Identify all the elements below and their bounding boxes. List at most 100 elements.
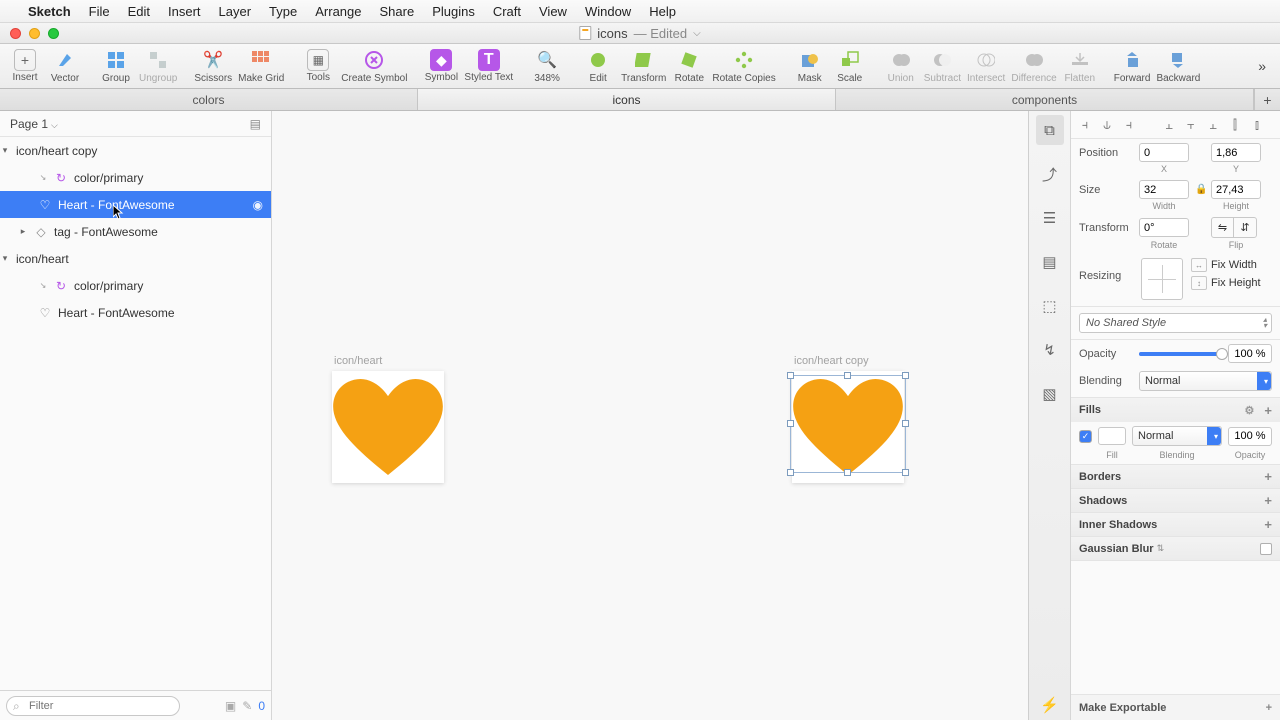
menu-share[interactable]: Share	[379, 4, 414, 19]
lock-aspect-icon[interactable]: 🔒	[1195, 184, 1205, 195]
layer-symbol[interactable]: ↘↻color/primary	[0, 272, 271, 299]
layer-shape[interactable]: ♡Heart - FontAwesome	[0, 299, 271, 326]
zoom-window-button[interactable]	[48, 28, 59, 39]
layer-symbol[interactable]: ↘↻color/primary	[0, 164, 271, 191]
tool-symbol[interactable]: ◆Symbol	[424, 49, 458, 83]
disclosure-triangle-icon[interactable]: ▾	[0, 253, 10, 264]
tool-scissors[interactable]: ✂️Scissors	[194, 48, 232, 84]
opacity-input[interactable]	[1228, 344, 1272, 363]
fill-enabled-checkbox[interactable]: ✓	[1079, 430, 1092, 443]
resize-handle[interactable]	[902, 420, 909, 427]
strip-image-icon[interactable]: ▧	[1036, 379, 1064, 409]
tool-intersect[interactable]: Intersect	[967, 48, 1005, 84]
tool-tools[interactable]: ▦Tools	[301, 49, 335, 83]
tool-transform[interactable]: Transform	[621, 48, 666, 84]
menu-layer[interactable]: Layer	[219, 4, 252, 19]
blending-select[interactable]: Normal▾	[1139, 371, 1272, 391]
tool-rotate-copies[interactable]: Rotate Copies	[712, 48, 775, 84]
fill-color-swatch[interactable]	[1098, 427, 1126, 445]
menu-type[interactable]: Type	[269, 4, 297, 19]
shadows-add-button[interactable]: +	[1264, 493, 1272, 508]
align-right-icon[interactable]: ⫞	[1121, 117, 1137, 133]
disclosure-triangle-icon[interactable]: ▸	[18, 226, 28, 237]
layer-artboard[interactable]: ▾icon/heart	[0, 245, 271, 272]
strip-bolt-icon[interactable]: ⚡	[1036, 690, 1064, 720]
minimize-window-button[interactable]	[29, 28, 40, 39]
position-x-input[interactable]	[1139, 143, 1189, 162]
inner-shadows-add-button[interactable]: +	[1264, 517, 1272, 532]
export-add-button[interactable]: +	[1266, 702, 1272, 714]
tool-difference[interactable]: Difference	[1011, 48, 1056, 84]
align-center-v-icon[interactable]: ⫟	[1183, 117, 1199, 133]
align-center-h-icon[interactable]: ⫝	[1099, 117, 1115, 133]
page-list-icon[interactable]: ▤	[250, 117, 261, 131]
tab-icons[interactable]: icons	[418, 89, 836, 110]
tab-components[interactable]: components	[836, 89, 1254, 110]
strip-duplicate-icon[interactable]: ⧉	[1036, 115, 1064, 145]
menu-arrange[interactable]: Arrange	[315, 4, 361, 19]
strip-select-icon[interactable]: ⬚	[1036, 291, 1064, 321]
disclosure-triangle-icon[interactable]: ▾	[0, 145, 10, 156]
strip-export-icon[interactable]: ⤴	[1036, 159, 1064, 189]
resize-handle[interactable]	[844, 469, 851, 476]
tool-subtract[interactable]: Subtract	[924, 48, 961, 84]
resize-handle[interactable]	[902, 372, 909, 379]
fills-gear-icon[interactable]: ⚙	[1245, 404, 1255, 417]
fix-height-icon[interactable]: ↕	[1191, 276, 1207, 290]
filter-toggle-icon[interactable]: ▣	[225, 699, 236, 713]
menu-craft[interactable]: Craft	[493, 4, 521, 19]
canvas[interactable]: icon/heart icon/heart copy	[272, 111, 1028, 720]
tool-forward[interactable]: Forward	[1114, 48, 1151, 84]
tool-zoom[interactable]: 🔍348%	[530, 48, 564, 84]
tool-create-symbol[interactable]: Create Symbol	[341, 48, 407, 84]
resize-handle[interactable]	[787, 372, 794, 379]
blur-enabled-checkbox[interactable]	[1260, 543, 1272, 555]
width-input[interactable]	[1139, 180, 1189, 199]
tool-ungroup[interactable]: Ungroup	[139, 48, 177, 84]
menu-edit[interactable]: Edit	[128, 4, 150, 19]
tool-insert[interactable]: +Insert	[8, 49, 42, 83]
window-title[interactable]: icons — Edited ⌵	[579, 26, 700, 41]
page-selector[interactable]: Page 1⌵ ▤	[0, 111, 271, 137]
strip-align-icon[interactable]: ▤	[1036, 247, 1064, 277]
tool-styled-text[interactable]: TStyled Text	[464, 49, 513, 83]
tool-makegrid[interactable]: Make Grid	[238, 48, 284, 84]
artboard[interactable]	[332, 371, 444, 483]
layer-shape-selected[interactable]: ♡Heart - FontAwesome◉	[0, 191, 271, 218]
flip-vertical-button[interactable]: ⇵	[1234, 218, 1256, 237]
tool-flatten[interactable]: Flatten	[1063, 48, 1097, 84]
align-top-icon[interactable]: ⫠	[1161, 117, 1177, 133]
tool-scale[interactable]: Scale	[833, 48, 867, 84]
artboard-label[interactable]: icon/heart	[334, 355, 382, 367]
strip-path-icon[interactable]: ↯	[1036, 335, 1064, 365]
add-tab-button[interactable]: +	[1254, 89, 1280, 110]
fills-add-button[interactable]: +	[1264, 403, 1272, 418]
shared-style-dropdown[interactable]: No Shared Style▴▾	[1079, 313, 1272, 333]
align-left-icon[interactable]: ⫞	[1077, 117, 1093, 133]
resize-handle[interactable]	[902, 469, 909, 476]
menu-view[interactable]: View	[539, 4, 567, 19]
fill-opacity-input[interactable]	[1228, 427, 1272, 446]
tool-group[interactable]: Group	[99, 48, 133, 84]
distribute-h-icon[interactable]: ⫿	[1227, 117, 1243, 133]
layer-artboard[interactable]: ▾icon/heart copy	[0, 137, 271, 164]
visibility-eye-icon[interactable]: ◉	[253, 198, 263, 212]
menu-insert[interactable]: Insert	[168, 4, 201, 19]
borders-add-button[interactable]: +	[1264, 469, 1272, 484]
tool-edit[interactable]: Edit	[581, 48, 615, 84]
tool-backward[interactable]: Backward	[1156, 48, 1200, 84]
menu-window[interactable]: Window	[585, 4, 631, 19]
distribute-v-icon[interactable]: ⫾	[1249, 117, 1265, 133]
menu-file[interactable]: File	[89, 4, 110, 19]
strip-stack-icon[interactable]: ☰	[1036, 203, 1064, 233]
close-window-button[interactable]	[10, 28, 21, 39]
tool-vector[interactable]: Vector	[48, 48, 82, 84]
tab-colors[interactable]: colors	[0, 89, 418, 110]
position-y-input[interactable]	[1211, 143, 1261, 162]
fill-blending-select[interactable]: Normal▾	[1132, 426, 1222, 446]
resize-handle[interactable]	[844, 372, 851, 379]
resize-handle[interactable]	[787, 469, 794, 476]
height-input[interactable]	[1211, 180, 1261, 199]
layer-shape[interactable]: ▸◇tag - FontAwesome	[0, 218, 271, 245]
filter-slice-icon[interactable]: ✎	[242, 699, 252, 713]
